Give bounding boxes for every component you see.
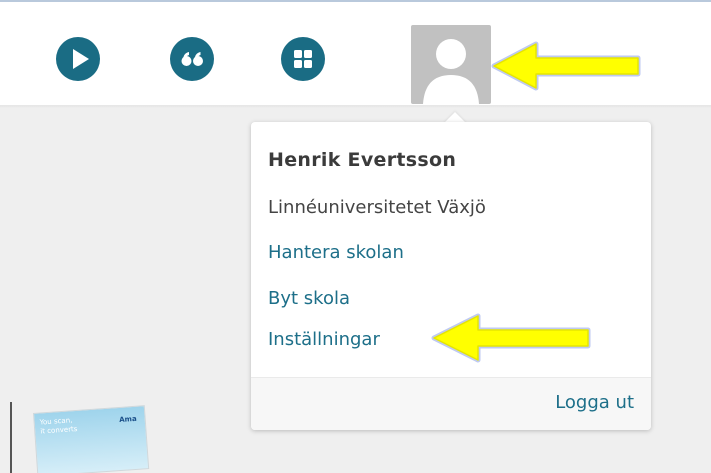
thumbnail-logo: Ama — [118, 414, 137, 424]
toolbar-divider — [0, 105, 711, 108]
annotation-arrow-settings — [431, 313, 591, 363]
thumbnail-text-line2: it converts — [40, 424, 78, 436]
user-school: Linnéuniversitetet Växjö — [268, 197, 486, 218]
user-avatar-icon — [423, 39, 479, 104]
play-button[interactable] — [56, 37, 100, 81]
grid-icon — [294, 50, 312, 68]
document-thumbnail[interactable]: You scan, it converts Ama — [33, 405, 150, 473]
play-icon — [73, 49, 89, 69]
user-avatar-button[interactable] — [411, 25, 491, 104]
user-name: Henrik Evertsson — [268, 149, 457, 171]
quote-button[interactable] — [170, 37, 214, 81]
grid-button[interactable] — [281, 37, 325, 81]
side-edge — [10, 402, 12, 473]
manage-school-link[interactable]: Hantera skolan — [268, 242, 404, 263]
user-dropdown-menu: Henrik Evertsson Linnéuniversitetet Växj… — [251, 122, 651, 430]
switch-school-link[interactable]: Byt skola — [268, 288, 350, 309]
settings-link[interactable]: Inställningar — [268, 329, 380, 350]
logout-link[interactable]: Logga ut — [555, 392, 634, 413]
annotation-arrow-avatar — [491, 41, 641, 91]
dropdown-footer: Logga ut — [251, 377, 651, 430]
thumbnail-text: You scan, it converts — [39, 416, 77, 437]
quote-icon — [181, 52, 203, 66]
